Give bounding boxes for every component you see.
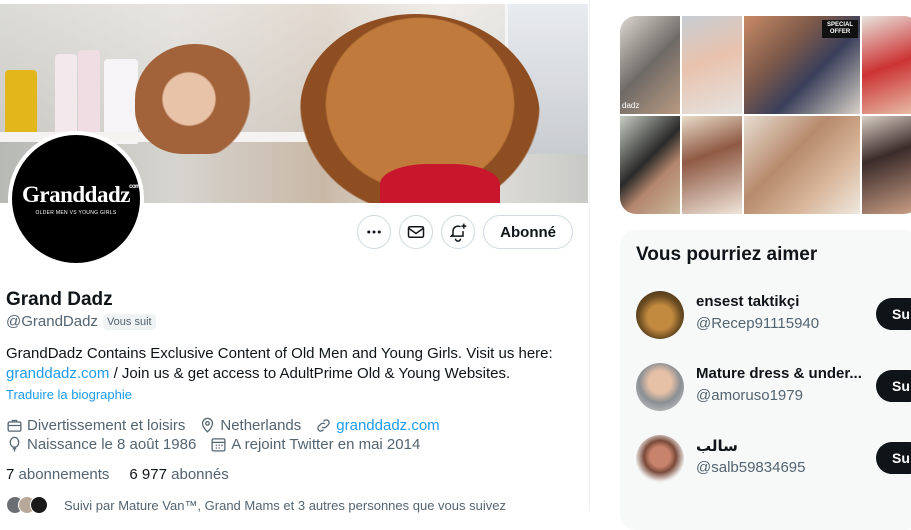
translate-bio-link[interactable]: Traduire la biographie bbox=[6, 387, 132, 402]
location-text: Netherlands bbox=[220, 417, 302, 434]
media-thumb[interactable] bbox=[744, 116, 860, 214]
followers-count: 6 977 bbox=[129, 466, 167, 483]
suggestion-handle: @Recep91115940 bbox=[696, 315, 820, 332]
birth-text: Naissance le 8 août 1986 bbox=[27, 436, 197, 453]
link-icon bbox=[317, 419, 330, 432]
profile-handle: @GrandDadz bbox=[6, 313, 98, 330]
mini-avatar bbox=[30, 496, 48, 514]
suggestion-item[interactable]: سالب @salb59834695 Su bbox=[636, 435, 911, 485]
follow-counts: 7 abonnements 6 977 abonnés bbox=[6, 466, 229, 483]
category-text: Divertissement et loisirs bbox=[27, 417, 186, 434]
briefcase-icon bbox=[7, 419, 22, 432]
suggestion-name: ensest taktikçi bbox=[696, 293, 800, 310]
banner-bottle bbox=[5, 70, 37, 140]
avatar-logo: Granddadz com bbox=[22, 182, 140, 208]
avatar-tagline: OLDER MEN VS YOUNG GIRLS bbox=[35, 210, 117, 216]
avatar-logo-sup: com bbox=[129, 184, 140, 190]
suggestion-avatar[interactable] bbox=[636, 435, 684, 483]
media-thumb[interactable]: SPECIAL OFFER bbox=[744, 16, 860, 114]
media-thumb[interactable] bbox=[682, 116, 742, 214]
media-thumb[interactable]: dadz bbox=[620, 16, 680, 114]
suggestion-follow-button[interactable]: Su bbox=[876, 370, 911, 402]
suggestion-avatar[interactable] bbox=[636, 363, 684, 411]
suggestion-item[interactable]: ensest taktikçi @Recep91115940 Su bbox=[636, 291, 911, 341]
who-to-follow-panel: Vous pourriez aimer ensest taktikçi @Rec… bbox=[620, 230, 911, 530]
suggestion-item[interactable]: Mature dress & under... @amoruso1979 Su bbox=[636, 363, 911, 413]
balloon-icon bbox=[9, 436, 20, 452]
mail-icon bbox=[407, 226, 425, 238]
notifications-button[interactable] bbox=[441, 215, 476, 249]
mutual-avatars bbox=[6, 496, 48, 514]
profile-avatar[interactable]: Granddadz com OLDER MEN VS YOUNG GIRLS bbox=[8, 131, 144, 267]
who-to-follow-title: Vous pourriez aimer bbox=[636, 244, 818, 265]
message-button[interactable] bbox=[399, 215, 434, 249]
more-button[interactable] bbox=[357, 215, 392, 249]
website-link[interactable]: granddadz.com bbox=[336, 417, 439, 434]
category-item: Divertissement et loisirs bbox=[6, 417, 185, 434]
following-label: abonnements bbox=[18, 466, 110, 483]
followed-by-row[interactable]: Suivi par Mature Van™, Grand Mams et 3 a… bbox=[6, 496, 506, 514]
location-item: Netherlands bbox=[199, 417, 301, 434]
birth-item: Naissance le 8 août 1986 bbox=[6, 436, 196, 453]
media-thumb[interactable] bbox=[682, 16, 742, 114]
suggestion-name: سالب bbox=[696, 438, 738, 455]
calendar-icon bbox=[211, 438, 226, 452]
joined-text: A rejoint Twitter en mai 2014 bbox=[231, 436, 421, 453]
followers-count-link[interactable]: 6 977 abonnés bbox=[129, 466, 228, 483]
bio-link[interactable]: granddadz.com bbox=[6, 365, 109, 382]
profile-bio: GrandDadz Contains Exclusive Content of … bbox=[6, 344, 576, 384]
profile-name: Grand Dadz bbox=[6, 289, 113, 310]
profile-meta-row: Divertissement et loisirs Netherlands gr… bbox=[6, 417, 440, 434]
bio-text: / Join us & get access to AdultPrime Old… bbox=[109, 365, 511, 382]
suggestion-avatar[interactable] bbox=[636, 291, 684, 339]
following-button[interactable]: Abonné bbox=[483, 215, 573, 249]
following-count: 7 bbox=[6, 466, 15, 483]
profile-handle-row: @GrandDadz Vous suit bbox=[6, 313, 156, 330]
bio-text: GrandDadz Contains Exclusive Content of … bbox=[6, 345, 553, 362]
more-icon bbox=[367, 230, 381, 234]
suggestion-follow-button[interactable]: Su bbox=[876, 442, 911, 474]
suggestion-handle: @salb59834695 bbox=[696, 459, 806, 476]
banner-figure bbox=[135, 44, 255, 154]
media-watermark: dadz bbox=[622, 101, 640, 110]
suggestion-name: Mature dress & under... bbox=[696, 365, 862, 382]
suggestion-handle: @amoruso1979 bbox=[696, 387, 803, 404]
website-item: granddadz.com bbox=[315, 417, 440, 434]
banner-bottle bbox=[55, 54, 77, 139]
bell-plus-icon bbox=[449, 223, 467, 242]
location-pin-icon bbox=[202, 417, 214, 433]
media-thumb[interactable] bbox=[620, 116, 680, 214]
banner-bottle bbox=[78, 50, 100, 140]
followers-label: abonnés bbox=[171, 466, 229, 483]
media-thumb[interactable] bbox=[862, 16, 911, 114]
profile-media-grid: dadz SPECIAL OFFER bbox=[620, 16, 911, 214]
joined-item: A rejoint Twitter en mai 2014 bbox=[210, 436, 420, 453]
media-thumb[interactable] bbox=[862, 116, 911, 214]
following-count-link[interactable]: 7 abonnements bbox=[6, 466, 109, 483]
special-offer-badge: SPECIAL OFFER bbox=[822, 20, 858, 38]
followed-by-text: Suivi par Mature Van™, Grand Mams et 3 a… bbox=[64, 497, 506, 513]
suggestion-follow-button[interactable]: Su bbox=[876, 298, 911, 330]
profile-column: Granddadz com OLDER MEN VS YOUNG GIRLS Ab… bbox=[0, 0, 590, 514]
profile-actions: Abonné bbox=[357, 215, 573, 249]
avatar-logo-text: Granddadz bbox=[22, 182, 130, 207]
banner-figure bbox=[380, 164, 500, 203]
profile-meta-row: Naissance le 8 août 1986 A rejoint Twitt… bbox=[6, 436, 420, 453]
follows-you-badge: Vous suit bbox=[102, 313, 156, 330]
